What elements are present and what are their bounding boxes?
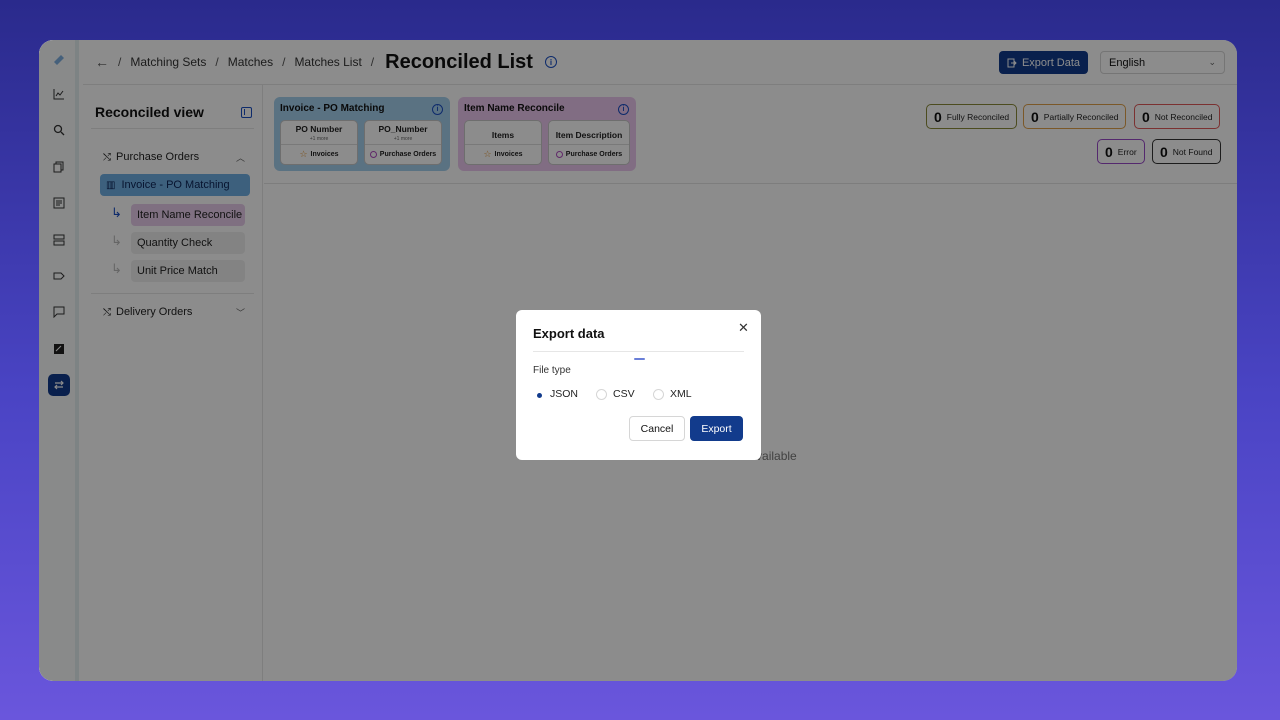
- close-icon[interactable]: ✕: [738, 320, 749, 336]
- radio-label: CSV: [613, 388, 635, 400]
- radio-button[interactable]: [533, 388, 544, 400]
- radio-label: XML: [670, 388, 692, 400]
- tab-indicator: [634, 358, 645, 360]
- divider: [533, 351, 744, 352]
- radio-xml[interactable]: XML: [653, 388, 692, 400]
- modal-title: Export data: [533, 326, 605, 341]
- radio-csv[interactable]: CSV: [596, 388, 635, 400]
- radio-button[interactable]: [596, 388, 607, 400]
- radio-button[interactable]: [653, 388, 664, 400]
- file-type-label: File type: [533, 365, 571, 376]
- radio-json[interactable]: JSON: [533, 388, 578, 400]
- export-data-modal: Export data ✕ File type JSON CSV XML Can…: [516, 310, 761, 460]
- export-button[interactable]: Export: [690, 416, 743, 441]
- radio-label: JSON: [550, 388, 579, 400]
- cancel-button[interactable]: Cancel: [629, 416, 685, 441]
